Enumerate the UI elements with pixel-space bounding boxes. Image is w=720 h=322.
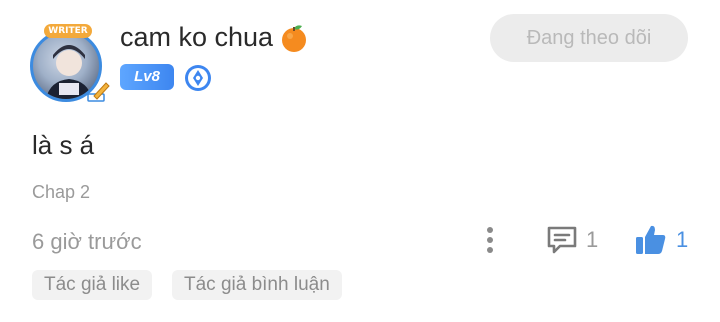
more-vertical-icon[interactable]: [480, 226, 500, 254]
comment-icon: [547, 226, 577, 254]
rank-icon: [185, 65, 211, 91]
chapter-link[interactable]: Chap 2: [32, 182, 90, 203]
like-count: 1: [676, 227, 689, 252]
reply-count: 1: [586, 227, 599, 252]
tag-author-like: Tác giả like: [32, 270, 153, 300]
reply-button[interactable]: 1: [546, 224, 598, 256]
username[interactable]: cam ko chua: [120, 22, 309, 53]
comment-text: là s á: [32, 130, 95, 160]
username-text: cam ko chua: [120, 22, 274, 52]
tag-author-comment: Tác giả bình luận: [172, 270, 342, 300]
timestamp: 6 giờ trước: [32, 229, 142, 254]
thumbs-up-icon: [636, 225, 666, 254]
like-button[interactable]: 1: [634, 222, 688, 258]
avatar-badge: WRITER: [44, 24, 92, 38]
level-badge: Lv8: [120, 64, 174, 90]
avatar[interactable]: WRITER: [26, 24, 110, 108]
follow-button[interactable]: Đang theo dõi: [490, 14, 688, 62]
orange-icon: [282, 24, 307, 52]
pen-icon: [87, 82, 110, 102]
